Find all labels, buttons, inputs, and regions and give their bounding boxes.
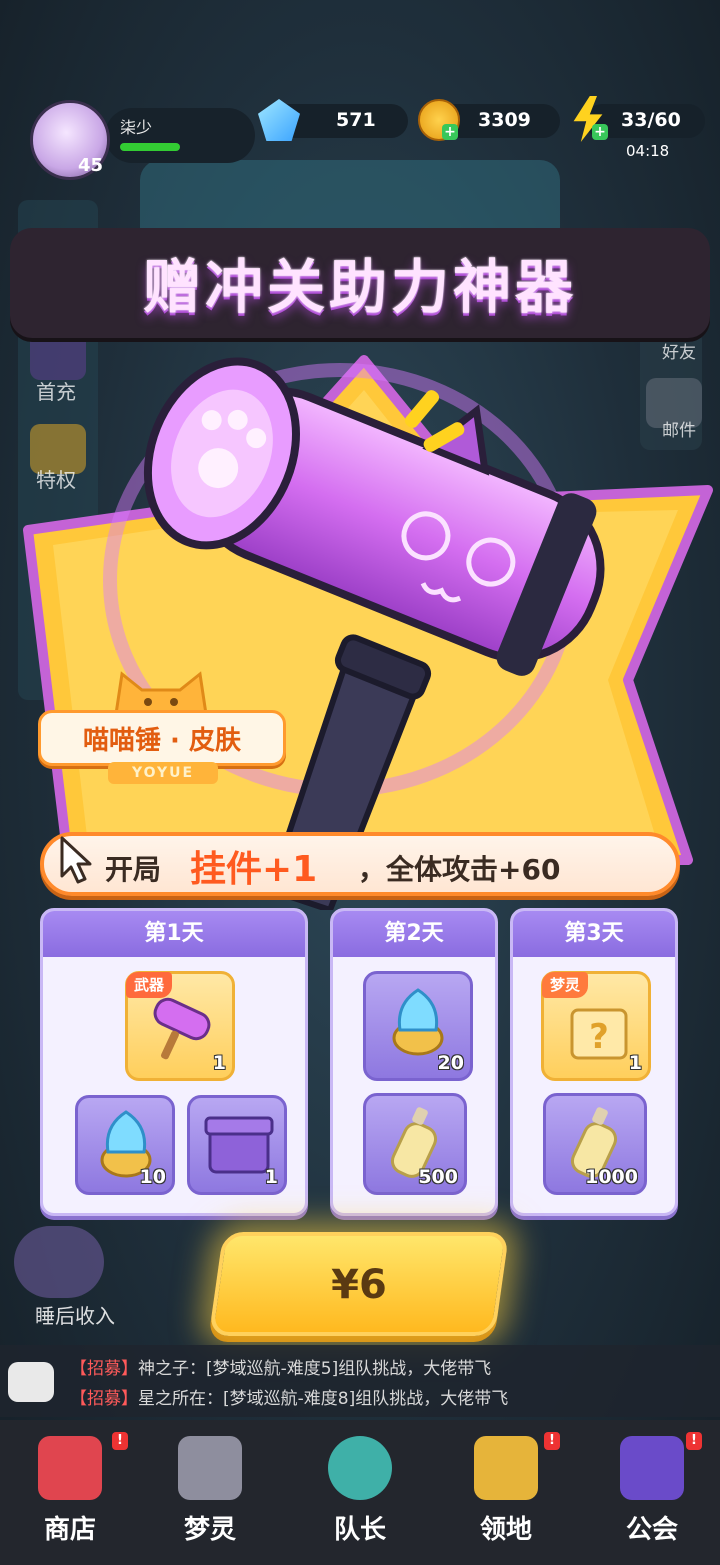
quantity: 20 <box>437 1052 464 1074</box>
sleep-income-icon[interactable] <box>14 1226 104 1298</box>
chat-line: 【招募】星之所在：[梦域巡航-难度8]组队挑战，大佬带飞 <box>70 1384 508 1409</box>
reward-potion-bottle[interactable]: 1000 <box>543 1093 647 1195</box>
game-screen: 45 柒少 571 3309 + 33/60 + 04:18 首充 特权 好友 … <box>0 0 720 1565</box>
coin-count: 3309 <box>478 109 531 131</box>
reward-mystery-box[interactable]: 梦灵 ? 1 <box>541 971 651 1081</box>
xp-bar <box>120 143 180 151</box>
quantity: 1000 <box>585 1166 638 1188</box>
quantity: 10 <box>139 1166 166 1188</box>
perk-highlight: 挂件+1 <box>190 849 318 890</box>
quantity: 500 <box>418 1166 458 1188</box>
player-name: 柒少 <box>120 118 153 137</box>
add-energy-icon[interactable]: + <box>592 124 608 140</box>
gem-count: 571 <box>336 109 376 131</box>
reward-hammer-weapon[interactable]: 武器 1 <box>125 971 235 1081</box>
reward-purple-box[interactable]: 1 <box>187 1095 287 1195</box>
notification-badge: ! <box>112 1432 128 1450</box>
day-1-title: 第1天 <box>43 911 305 957</box>
perk-prefix: 开局 <box>105 853 162 886</box>
purple-box-icon <box>204 1116 274 1174</box>
captain-icon <box>328 1436 392 1500</box>
day-2-card: 第2天 20 500 <box>330 908 498 1216</box>
nav-guild-label: 公会 <box>625 1515 678 1545</box>
cat-logo-icon <box>114 671 208 716</box>
energy-timer: 04:18 <box>626 142 670 160</box>
chat-message: 星之所在：[梦域巡航-难度8]组队挑战，大佬带飞 <box>138 1389 509 1409</box>
territory-icon <box>474 1436 538 1500</box>
nav-captain[interactable]: 队长 <box>310 1432 410 1552</box>
add-coin-icon[interactable]: + <box>442 124 458 140</box>
energy-count: 33/60 <box>621 109 681 131</box>
chat-icon[interactable] <box>8 1362 54 1402</box>
nav-dream-spirit[interactable]: 梦灵 <box>160 1432 260 1552</box>
hammer-weapon-icon <box>153 997 211 1060</box>
nav-captain-label: 队长 <box>333 1515 386 1545</box>
shop-icon <box>38 1436 102 1500</box>
reward-potion-bottle[interactable]: 500 <box>363 1093 467 1195</box>
reward-blue-flame-orb[interactable]: 20 <box>363 971 473 1081</box>
day-2-title: 第2天 <box>333 911 495 957</box>
buy-price[interactable]: ¥6 <box>216 1262 502 1308</box>
perk-suffix: ，全体攻击+60 <box>358 853 561 886</box>
player-level: 45 <box>78 155 104 176</box>
nav-territory-label: 领地 <box>479 1515 532 1545</box>
cursor-icon <box>60 836 92 884</box>
dream-spirit-icon <box>178 1436 242 1500</box>
blue-flame-orb-icon <box>392 988 444 1056</box>
chat-tag: 【招募】 <box>70 1359 138 1379</box>
hammer-illustration <box>103 357 605 910</box>
quantity: 1 <box>264 1166 278 1188</box>
nav-territory[interactable]: ! 领地 <box>456 1432 560 1552</box>
chat-tag: 【招募】 <box>70 1389 138 1409</box>
day-1-card: 第1天 武器 1 10 1 <box>40 908 308 1216</box>
reward-blue-flame-orb[interactable]: 10 <box>75 1095 175 1195</box>
sleep-income-label[interactable]: 睡后收入 <box>10 1300 140 1329</box>
notification-badge: ! <box>686 1432 702 1450</box>
promo-title: 赠冲关助力神器 <box>142 253 577 321</box>
quantity: 1 <box>212 1052 226 1074</box>
nav-guild[interactable]: ! 公会 <box>602 1432 702 1552</box>
brand-label: YOYUE <box>108 762 218 784</box>
nav-dream-spirit-label: 梦灵 <box>183 1515 236 1545</box>
nav-shop[interactable]: ! 商店 <box>20 1432 128 1552</box>
skin-tag-label: 喵喵锤 · 皮肤 <box>83 726 241 756</box>
svg-text:?: ? <box>589 1017 609 1057</box>
chat-line: 【招募】神之子：[梦域巡航-难度5]组队挑战，大佬带飞 <box>70 1354 491 1379</box>
notification-badge: ! <box>544 1432 560 1450</box>
day-3-title: 第3天 <box>513 911 675 957</box>
nav-shop-label: 商店 <box>43 1515 96 1545</box>
mystery-box-icon: ? <box>570 1008 628 1060</box>
dream-spirit-tag: 梦灵 <box>542 972 589 998</box>
quantity: 1 <box>628 1052 642 1074</box>
guild-icon <box>620 1436 684 1500</box>
day-3-card: 第3天 梦灵 ? 1 1000 <box>510 908 678 1216</box>
chat-message: 神之子：[梦域巡航-难度5]组队挑战，大佬带飞 <box>138 1359 492 1379</box>
